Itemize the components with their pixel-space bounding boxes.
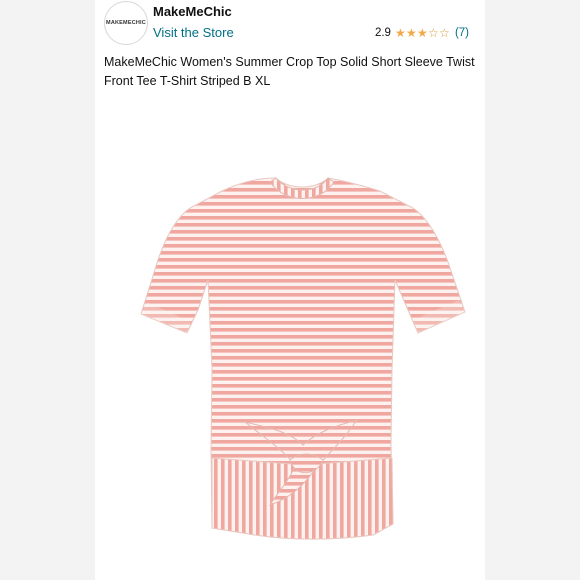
star-rating[interactable]: ★ ★ ★ ☆ ☆ [395, 27, 450, 39]
visit-store-link[interactable]: Visit the Store [153, 25, 234, 40]
store-name: MakeMeChic [153, 4, 232, 19]
star-empty-icon: ☆ [439, 26, 450, 40]
rating-score: 2.9 [374, 27, 391, 39]
product-title: MakeMeChic Women's Summer Crop Top Solid… [104, 55, 475, 88]
star-filled-icon: ★ [395, 26, 406, 40]
product-image[interactable] [95, 160, 485, 580]
star-empty-icon: ☆ [428, 26, 439, 40]
product-card: MAKEMECHIC MakeMeChic Visit the Store 2.… [95, 0, 485, 580]
store-logo[interactable]: MAKEMECHIC [104, 1, 148, 45]
store-logo-text: MAKEMECHIC [106, 20, 146, 26]
star-filled-icon: ★ [417, 26, 428, 40]
rating-count-link[interactable]: (7) [455, 27, 469, 39]
rating-summary[interactable]: 2.9 ★ ★ ★ ☆ ☆ (7) [375, 27, 469, 39]
star-filled-icon: ★ [406, 26, 417, 40]
